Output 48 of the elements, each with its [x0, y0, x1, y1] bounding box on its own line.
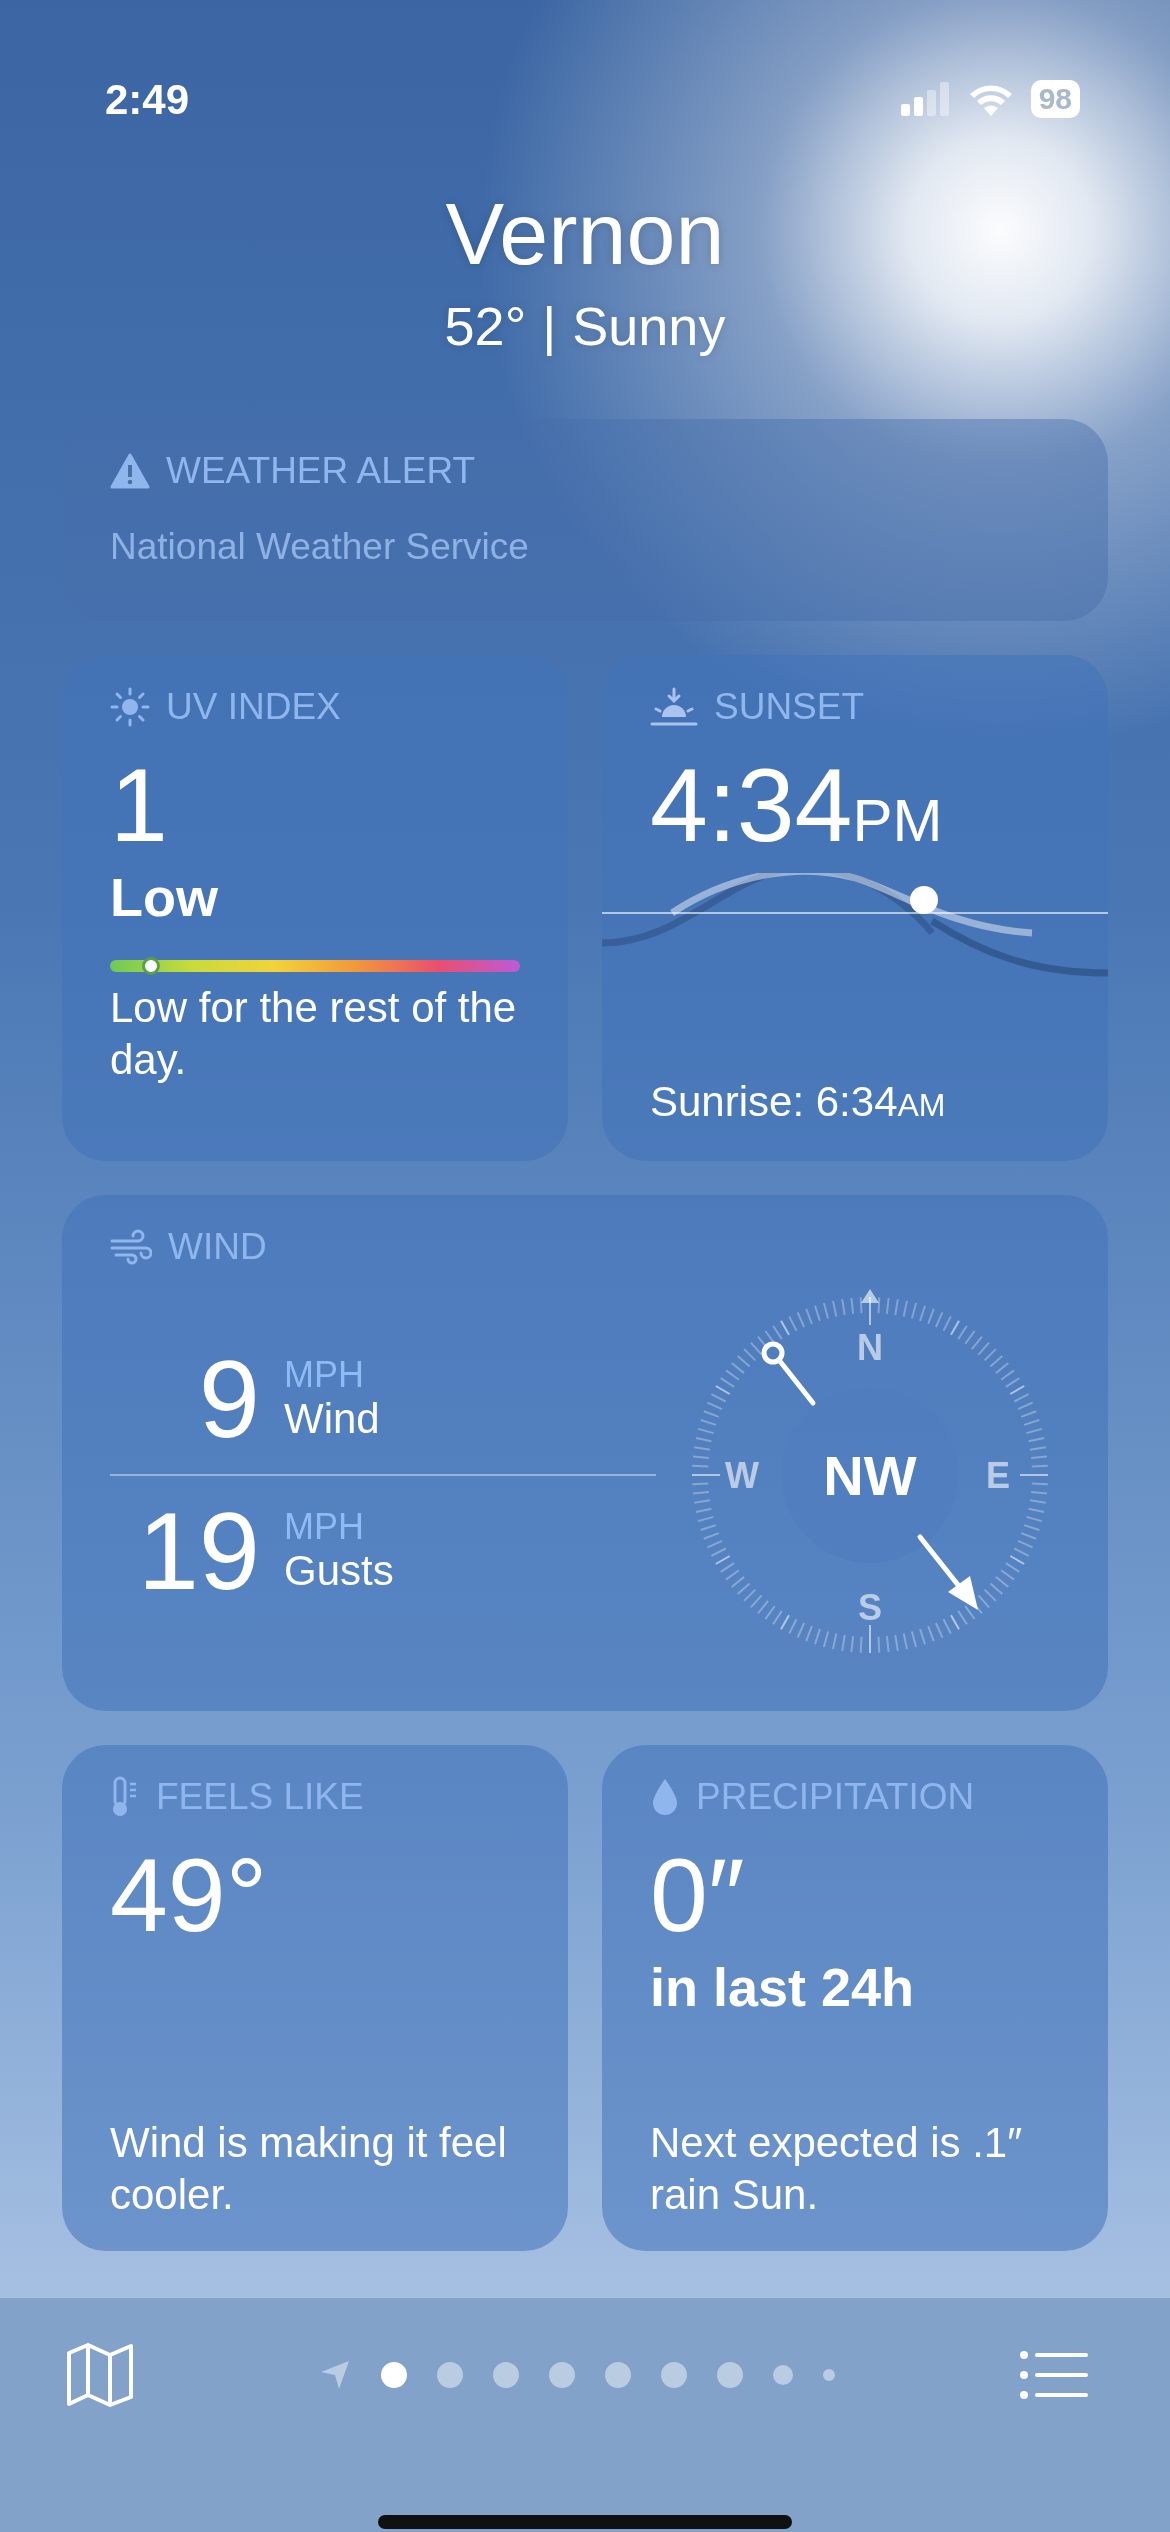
wind-speed: 9 [197, 1344, 260, 1454]
wind-label: Wind [284, 1395, 380, 1443]
page-dot[interactable] [605, 2362, 631, 2388]
list-icon[interactable] [1020, 2350, 1088, 2400]
card-title: UV INDEX [166, 685, 341, 729]
wind-speed: 19 [136, 1496, 260, 1606]
precipitation-period: in last 24h [650, 1956, 916, 2019]
page-dot[interactable] [717, 2362, 743, 2388]
page-dot[interactable] [381, 2362, 407, 2388]
status-time: 2:49 [105, 74, 190, 125]
wind-label: Gusts [284, 1547, 394, 1595]
drop-icon [650, 1777, 680, 1817]
card-title: WIND [168, 1225, 267, 1269]
speed-unit: MPH [284, 1355, 365, 1395]
page-dot[interactable] [549, 2362, 575, 2388]
wind-icon [110, 1229, 152, 1265]
uv-description: Low for the rest of the day. [110, 983, 518, 1085]
feels-like-description: Wind is making it feel cooler. [110, 2118, 508, 2220]
current-temperature: 52° [444, 295, 527, 358]
precipitation-value: 0″ [650, 1843, 746, 1947]
sunset-icon [650, 687, 698, 727]
sun-icon [110, 687, 150, 727]
page-dot[interactable] [823, 2369, 835, 2381]
feels-like-value: 49° [110, 1843, 269, 1947]
weather-condition: Sunny [572, 295, 726, 358]
page-dot[interactable] [493, 2362, 519, 2388]
alert-source: National Weather Service [110, 525, 530, 569]
warning-icon [110, 453, 150, 489]
page-dot[interactable] [661, 2362, 687, 2388]
sunset-card[interactable]: SUNSET 4:34PM Sunrise: 6:34AM [602, 655, 1108, 1161]
sunset-time: 4:34PM [649, 753, 944, 857]
signal-icon [900, 82, 951, 116]
uv-category: Low [110, 866, 219, 929]
location-icon[interactable] [319, 2359, 351, 2391]
uv-value: 1 [110, 753, 169, 857]
precipitation-description: Next expected is .1″ rain Sun. [650, 2118, 1024, 2220]
map-icon[interactable] [66, 2343, 134, 2407]
uv-index-card[interactable]: UV INDEX 1 Low Low for the rest of the day. [62, 655, 568, 1161]
city-name: Vernon [445, 190, 725, 278]
separator: | [542, 295, 557, 358]
compass-drawing: N E S W NW [680, 1285, 1060, 1665]
page-dot[interactable] [773, 2365, 793, 2385]
battery-level: 98 [1030, 80, 1080, 118]
page-dot[interactable] [437, 2362, 463, 2388]
sunrise-time: Sunrise: 6:34AM [649, 1077, 947, 1127]
card-title: WEATHER ALERT [166, 449, 476, 493]
card-title: SUNSET [714, 685, 865, 729]
speed-unit: MPH [284, 1507, 365, 1547]
